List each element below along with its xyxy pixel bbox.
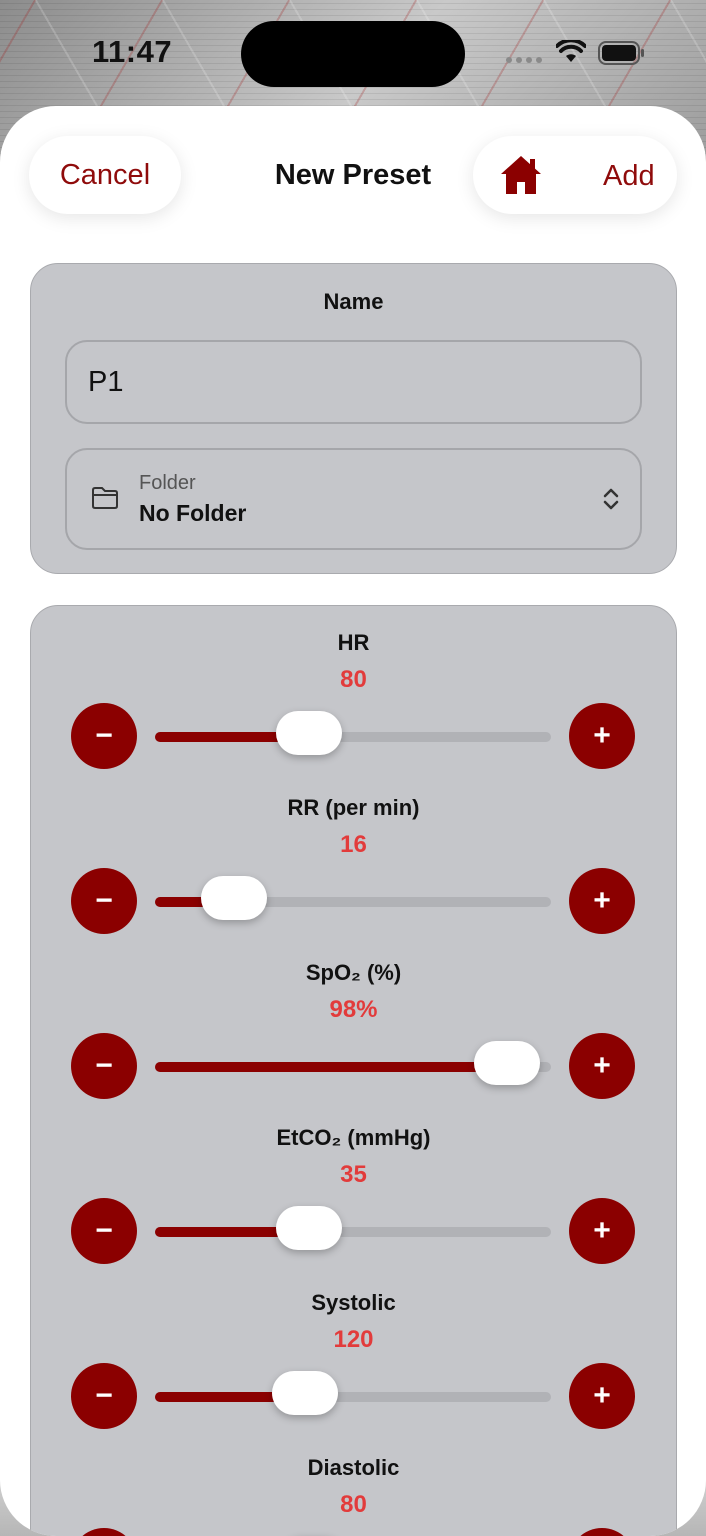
vital-label: RR (per min) (287, 795, 420, 820)
increment-button[interactable]: + (569, 1528, 635, 1536)
increment-button[interactable]: + (569, 868, 635, 934)
slider-track[interactable] (155, 1206, 551, 1250)
folder-value: No Folder (139, 500, 247, 526)
status-time: 11:47 (92, 34, 173, 69)
decrement-button[interactable]: − (71, 868, 137, 934)
vital-systolic: Systolic 120 − + (31, 1266, 676, 1431)
vital-etco2: EtCO₂ (mmHg) 35 − + (31, 1101, 676, 1266)
vital-value: 80 (340, 666, 367, 693)
vital-spo2: SpO₂ (%) 98% − + (31, 936, 676, 1101)
new-preset-sheet: Cancel New Preset Add Name P1 Folder No … (0, 106, 706, 1536)
increment-button[interactable]: + (569, 1033, 635, 1099)
status-bar: 11:47 (0, 0, 706, 106)
slider-track[interactable] (155, 876, 551, 920)
vitals-card: HR 80 − + RR (per min) 16 − + SpO₂ (%) 9… (30, 605, 677, 1536)
folder-caption: Folder (139, 472, 196, 494)
slider-thumb[interactable] (474, 1041, 541, 1085)
dynamic-island (241, 21, 465, 87)
name-input-value: P1 (88, 365, 124, 398)
chevron-updown-icon (603, 488, 619, 510)
decrement-button[interactable]: − (71, 1033, 137, 1099)
vital-label: Systolic (311, 1290, 396, 1315)
vital-label: Diastolic (307, 1455, 400, 1480)
slider-thumb[interactable] (276, 711, 343, 755)
decrement-button[interactable]: − (71, 1363, 137, 1429)
vital-label: SpO₂ (%) (305, 960, 402, 985)
vital-hr: HR 80 − + (31, 606, 676, 771)
slider-track[interactable] (155, 1371, 551, 1415)
battery-icon (598, 41, 644, 65)
wifi-icon (556, 40, 586, 62)
vital-label: HR (337, 630, 370, 655)
slider-track[interactable] (155, 1041, 551, 1085)
increment-button[interactable]: + (569, 1363, 635, 1429)
vital-value: 16 (340, 831, 367, 858)
increment-button[interactable]: + (569, 703, 635, 769)
slider-fill (155, 1062, 508, 1072)
decrement-button[interactable]: − (71, 1198, 137, 1264)
vital-rr: RR (per min) 16 − + (31, 771, 676, 936)
vital-value: 35 (340, 1161, 367, 1188)
vital-label: EtCO₂ (mmHg) (276, 1125, 431, 1150)
vital-value: 80 (340, 1491, 367, 1518)
slider-thumb[interactable] (272, 1371, 339, 1415)
folder-select[interactable]: Folder No Folder (65, 448, 642, 550)
name-input[interactable]: P1 (65, 340, 642, 424)
right-actions: Add (473, 136, 677, 214)
home-icon[interactable] (499, 154, 543, 196)
decrement-button[interactable]: − (71, 703, 137, 769)
cellular-icon (506, 57, 542, 63)
slider-track[interactable] (155, 711, 551, 755)
vital-value: 98% (329, 996, 378, 1023)
slider-thumb[interactable] (276, 1206, 343, 1250)
folder-icon (92, 487, 118, 509)
slider-thumb[interactable] (201, 876, 268, 920)
name-card: Name P1 Folder No Folder (30, 263, 677, 574)
increment-button[interactable]: + (569, 1198, 635, 1264)
vital-diastolic: Diastolic 80 − + (31, 1431, 676, 1536)
name-label: Name (323, 289, 384, 314)
vital-value: 120 (333, 1326, 374, 1353)
decrement-button[interactable]: − (71, 1528, 137, 1536)
add-button[interactable]: Add (603, 160, 655, 193)
